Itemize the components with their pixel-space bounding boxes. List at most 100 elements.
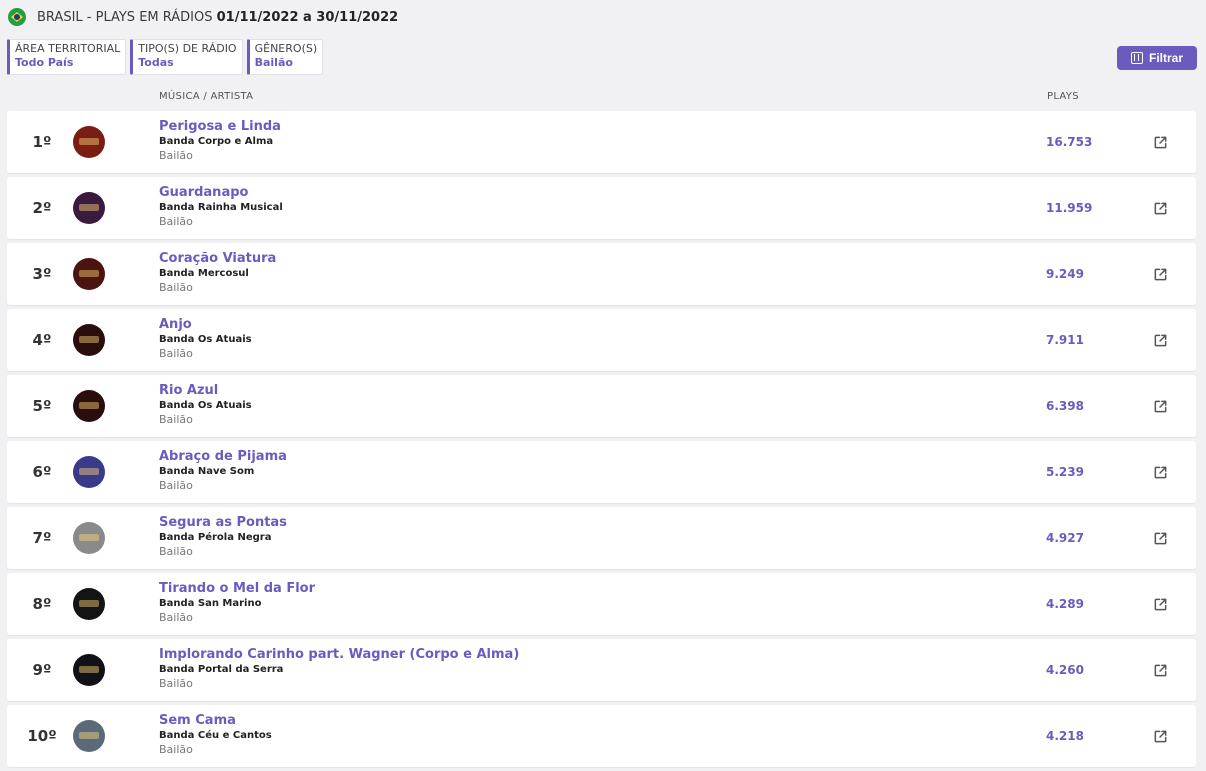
artist-name: Banda Corpo e Alma [159, 136, 274, 147]
column-header-music: MÚSICA / ARTISTA [159, 91, 254, 102]
rank-position: 1º [32, 133, 52, 151]
external-link-icon[interactable] [1153, 267, 1168, 282]
plays-count: 11.959 [1046, 201, 1093, 215]
filter-button[interactable]: Filtrar [1117, 46, 1197, 70]
song-title[interactable]: Coração Viatura [159, 251, 276, 266]
plays-count: 4.260 [1046, 663, 1084, 677]
genre-label: Bailão [159, 677, 193, 690]
song-title[interactable]: Perigosa e Linda [159, 119, 281, 134]
album-cover [73, 258, 105, 290]
external-link-icon[interactable] [1153, 531, 1168, 546]
column-header-plays: PLAYS [1047, 91, 1079, 102]
album-cover [73, 456, 105, 488]
ranking-list: 1º Perigosa e Linda Banda Corpo e Alma B… [7, 111, 1196, 771]
rank-position: 2º [32, 199, 52, 217]
external-link-icon[interactable] [1153, 465, 1168, 480]
song-title[interactable]: Abraço de Pijama [159, 449, 287, 464]
ranking-row: 5º Rio Azul Banda Os Atuais Bailão 6.398 [7, 375, 1196, 437]
filter-chip-genre[interactable]: GÊNERO(S) Bailão [246, 39, 324, 75]
ranking-row: 6º Abraço de Pijama Banda Nave Som Bailã… [7, 441, 1196, 503]
sliders-icon [1130, 52, 1143, 64]
genre-label: Bailão [159, 347, 193, 360]
song-title[interactable]: Tirando o Mel da Flor [159, 581, 315, 596]
page-header: BRASIL - PLAYS EM RÁDIOS 01/11/2022 a 30… [8, 8, 398, 26]
song-title[interactable]: Guardanapo [159, 185, 248, 200]
filter-chip-radio-type[interactable]: TIPO(S) DE RÁDIO Todas [130, 39, 243, 75]
ranking-row: 4º Anjo Banda Os Atuais Bailão 7.911 [7, 309, 1196, 371]
album-cover [73, 192, 105, 224]
ranking-row: 3º Coração Viatura Banda Mercosul Bailão… [7, 243, 1196, 305]
filter-value: Bailão [254, 56, 293, 69]
artist-name: Banda Os Atuais [159, 334, 252, 345]
plays-count: 6.398 [1046, 399, 1084, 413]
album-cover [73, 654, 105, 686]
album-cover [73, 588, 105, 620]
artist-name: Banda Rainha Musical [159, 202, 283, 213]
song-title[interactable]: Implorando Carinho part. Wagner (Corpo e… [159, 647, 519, 662]
artist-name: Banda San Marino [159, 598, 262, 609]
rank-position: 10º [27, 727, 57, 745]
plays-count: 9.249 [1046, 267, 1084, 281]
album-cover [73, 324, 105, 356]
rank-position: 7º [32, 529, 52, 547]
external-link-icon[interactable] [1153, 663, 1168, 678]
genre-label: Bailão [159, 611, 193, 624]
album-cover [73, 522, 105, 554]
artist-name: Banda Portal da Serra [159, 664, 284, 675]
artist-name: Banda Céu e Cantos [159, 730, 272, 741]
filter-label: TIPO(S) DE RÁDIO [138, 42, 237, 55]
plays-count: 4.289 [1046, 597, 1084, 611]
brazil-flag-icon [8, 8, 26, 26]
rank-position: 4º [32, 331, 52, 349]
rank-position: 8º [32, 595, 52, 613]
album-cover [73, 390, 105, 422]
filter-value: Todo País [15, 56, 74, 69]
filter-chip-territory[interactable]: ÁREA TERRITORIAL Todo País [7, 39, 127, 75]
ranking-row: 9º Implorando Carinho part. Wagner (Corp… [7, 639, 1196, 701]
date-range: 01/11/2022 a 30/11/2022 [216, 9, 399, 25]
plays-count: 16.753 [1046, 135, 1093, 149]
song-title[interactable]: Rio Azul [159, 383, 218, 398]
genre-label: Bailão [159, 545, 193, 558]
album-cover [73, 126, 105, 158]
plays-count: 5.239 [1046, 465, 1084, 479]
filter-label: ÁREA TERRITORIAL [15, 42, 121, 55]
genre-label: Bailão [159, 281, 193, 294]
song-title[interactable]: Segura as Pontas [159, 515, 287, 530]
page-title: BRASIL - PLAYS EM RÁDIOS 01/11/2022 a 30… [37, 10, 398, 25]
external-link-icon[interactable] [1153, 399, 1168, 414]
ranking-row: 2º Guardanapo Banda Rainha Musical Bailã… [7, 177, 1196, 239]
external-link-icon[interactable] [1153, 729, 1168, 744]
filter-value: Todas [138, 56, 174, 69]
genre-label: Bailão [159, 149, 193, 162]
genre-label: Bailão [159, 743, 193, 756]
external-link-icon[interactable] [1153, 597, 1168, 612]
song-title[interactable]: Sem Cama [159, 713, 236, 728]
ranking-row: 1º Perigosa e Linda Banda Corpo e Alma B… [7, 111, 1196, 173]
title-label: BRASIL - PLAYS EM RÁDIOS [37, 9, 213, 25]
artist-name: Banda Nave Som [159, 466, 255, 477]
ranking-row: 8º Tirando o Mel da Flor Banda San Marin… [7, 573, 1196, 635]
rank-position: 9º [32, 661, 52, 679]
external-link-icon[interactable] [1153, 201, 1168, 216]
artist-name: Banda Mercosul [159, 268, 249, 279]
filter-chips: ÁREA TERRITORIAL Todo País TIPO(S) DE RÁ… [7, 39, 324, 75]
filter-button-label: Filtrar [1148, 51, 1183, 65]
plays-count: 7.911 [1046, 333, 1084, 347]
plays-count: 4.927 [1046, 531, 1084, 545]
plays-count: 4.218 [1046, 729, 1084, 743]
genre-label: Bailão [159, 479, 193, 492]
genre-label: Bailão [159, 215, 193, 228]
rank-position: 5º [32, 397, 52, 415]
rank-position: 6º [32, 463, 52, 481]
external-link-icon[interactable] [1153, 135, 1168, 150]
album-cover [73, 720, 105, 752]
song-title[interactable]: Anjo [159, 317, 192, 332]
artist-name: Banda Pérola Negra [159, 532, 272, 543]
filter-label: GÊNERO(S) [254, 42, 318, 55]
ranking-row: 10º Sem Cama Banda Céu e Cantos Bailão 4… [7, 705, 1196, 767]
rank-position: 3º [32, 265, 52, 283]
genre-label: Bailão [159, 413, 193, 426]
artist-name: Banda Os Atuais [159, 400, 252, 411]
external-link-icon[interactable] [1153, 333, 1168, 348]
